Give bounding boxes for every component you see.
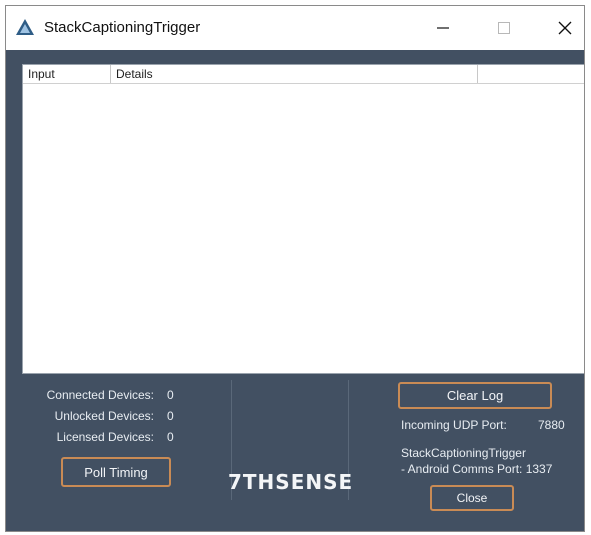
window-title: StackCaptioningTrigger — [44, 19, 201, 36]
close-window-button[interactable] — [542, 6, 584, 50]
log-listview[interactable]: Input Details — [22, 64, 584, 374]
column-header-input[interactable]: Input — [23, 65, 111, 83]
maximize-icon — [498, 22, 510, 34]
poll-timing-button[interactable]: Poll Timing — [61, 457, 171, 487]
maximize-button[interactable] — [481, 6, 527, 50]
licensed-devices-value: 0 — [167, 430, 174, 444]
column-header-extra[interactable] — [478, 65, 584, 83]
title-bar: StackCaptioningTrigger — [6, 6, 584, 50]
brand-logo-text: 7THSENSE — [228, 470, 354, 494]
android-comms-line2: - Android Comms Port: 1337 — [401, 462, 553, 476]
licensed-devices-label: Licensed Devices: — [56, 430, 154, 444]
unlocked-devices-label: Unlocked Devices: — [54, 409, 154, 423]
connected-devices-value: 0 — [167, 388, 174, 402]
minimize-button[interactable] — [420, 6, 466, 50]
close-button[interactable]: Close — [430, 485, 514, 511]
udp-port-value: 7880 — [538, 418, 565, 432]
clear-log-button[interactable]: Clear Log — [398, 382, 552, 409]
brand-logo: 7THSENSE — [228, 470, 353, 494]
app-triangle-icon — [16, 19, 34, 35]
minimize-icon — [437, 27, 449, 29]
log-header: Input Details — [23, 65, 584, 84]
udp-port-label: Incoming UDP Port: — [401, 418, 507, 432]
android-comms-line1: StackCaptioningTrigger — [401, 446, 526, 460]
unlocked-devices-value: 0 — [167, 409, 174, 423]
column-header-details[interactable]: Details — [111, 65, 478, 83]
close-icon — [558, 21, 572, 35]
connected-devices-label: Connected Devices: — [46, 388, 154, 402]
